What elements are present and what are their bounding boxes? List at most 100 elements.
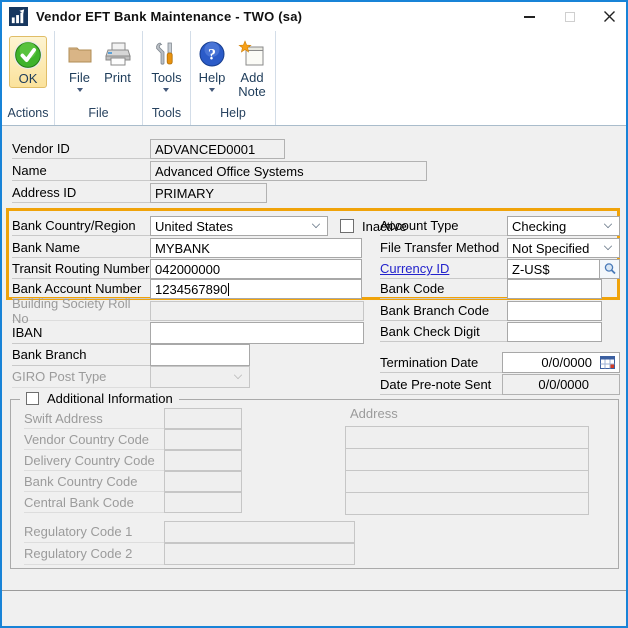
bank-check-digit-row: Bank Check Digit [380, 322, 602, 342]
vendor-id-row: Vendor ID ADVANCED0001 [12, 139, 285, 159]
file-menu-label: File [69, 70, 90, 85]
regulatory-code-2-row: Regulatory Code 2 [24, 543, 355, 565]
bank-code-label: Bank Code [380, 279, 507, 299]
swift-address-row: Swift Address [24, 408, 242, 429]
bank-check-digit-field[interactable] [507, 322, 602, 342]
tools-icon [151, 39, 181, 69]
name-field: Advanced Office Systems [150, 161, 427, 181]
file-menu-button[interactable]: File [62, 36, 98, 93]
bank-check-digit-label: Bank Check Digit [380, 322, 507, 342]
bank-branch-field[interactable] [150, 344, 250, 366]
iban-row: IBAN [12, 322, 364, 344]
swift-address-label: Swift Address [24, 408, 164, 429]
chevron-down-icon [163, 88, 170, 93]
bank-name-field[interactable]: MYBANK [150, 238, 362, 258]
currency-lookup-button[interactable] [600, 259, 620, 279]
help-icon: ? [197, 39, 227, 69]
additional-information-legend: Additional Information [20, 391, 179, 406]
toolbar-group-label-tools: Tools [151, 106, 182, 120]
iban-label: IBAN [12, 322, 150, 344]
toolbar-group-label-file: File [88, 106, 109, 120]
print-button-label: Print [104, 70, 131, 85]
ok-button[interactable]: OK [9, 36, 47, 89]
address-id-label: Address ID [12, 183, 150, 203]
chevron-down-icon [76, 88, 83, 93]
additional-information-label: Additional Information [47, 391, 173, 406]
regulatory-code-2-label: Regulatory Code 2 [24, 543, 164, 565]
bank-code-row: Bank Code [380, 279, 602, 299]
title-bar: Vendor EFT Bank Maintenance - TWO (sa) [2, 2, 626, 31]
toolbar-group-actions: OK Actions [2, 31, 55, 125]
bank-branch-label: Bank Branch [12, 344, 150, 366]
name-label: Name [12, 161, 150, 181]
chevron-down-icon [233, 370, 243, 380]
giro-post-type-label: GIRO Post Type [12, 366, 150, 388]
bank-branch-code-row: Bank Branch Code [380, 301, 602, 321]
vendor-id-label: Vendor ID [12, 139, 150, 159]
vendor-eft-bank-maintenance-window: Vendor EFT Bank Maintenance - TWO (sa) O… [0, 0, 628, 628]
bank-country-code-label: Bank Country Code [24, 471, 164, 492]
bank-name-row: Bank Name MYBANK [12, 238, 362, 258]
tools-menu-button[interactable]: Tools [148, 36, 184, 93]
building-society-label: Building Society Roll No [12, 296, 150, 326]
print-button[interactable]: Print [100, 36, 136, 86]
bank-account-field[interactable]: 1234567890 [150, 279, 362, 299]
account-type-row: Account Type Checking [380, 216, 620, 236]
address-label: Address [350, 406, 398, 421]
window-title: Vendor EFT Bank Maintenance - TWO (sa) [36, 9, 303, 24]
date-prenote-sent-field: 0/0/0000 [502, 374, 620, 395]
toolbar-group-help: ? Help Add Note Help [191, 31, 276, 125]
bank-code-field[interactable] [507, 279, 602, 299]
regulatory-code-1-label: Regulatory Code 1 [24, 521, 164, 543]
minimize-icon [524, 15, 535, 18]
date-prenote-sent-row: Date Pre-note Sent 0/0/0000 [380, 374, 620, 395]
transit-routing-field[interactable]: 042000000 [150, 259, 362, 279]
bank-country-code-field [164, 471, 242, 492]
bank-country-dropdown[interactable]: United States [150, 216, 328, 236]
toolbar-group-label-actions: Actions [7, 106, 49, 120]
giro-post-type-row: GIRO Post Type [12, 366, 250, 388]
vendor-country-code-label: Vendor Country Code [24, 429, 164, 450]
status-bar [2, 591, 626, 626]
chevron-down-icon [603, 219, 613, 229]
maximize-icon [564, 11, 575, 22]
printer-icon [103, 39, 133, 69]
iban-field[interactable] [150, 322, 364, 344]
minimize-button[interactable] [523, 10, 536, 23]
giro-post-type-dropdown [150, 366, 250, 388]
termination-date-field[interactable]: 0/0/0000 [502, 352, 620, 373]
bank-branch-code-label: Bank Branch Code [380, 301, 507, 321]
ok-check-icon [13, 40, 43, 70]
termination-date-label: Termination Date [380, 352, 502, 373]
transit-routing-label: Transit Routing Number [12, 259, 150, 279]
file-transfer-method-dropdown[interactable]: Not Specified [507, 238, 620, 258]
calendar-icon[interactable] [600, 356, 615, 369]
app-icon [9, 7, 28, 26]
add-note-button[interactable]: Add Note [232, 36, 272, 101]
central-bank-code-row: Central Bank Code [24, 492, 242, 513]
transit-routing-row: Transit Routing Number 042000000 [12, 259, 362, 279]
toolbar: OK Actions File Print File Tools Tools ?… [2, 31, 626, 126]
additional-information-checkbox[interactable] [26, 392, 39, 405]
maximize-button[interactable] [563, 10, 576, 23]
swift-address-field [164, 408, 242, 429]
close-icon [604, 11, 615, 22]
address-id-row: Address ID PRIMARY [12, 183, 267, 203]
help-menu-button[interactable]: ? Help [194, 36, 230, 93]
delivery-country-code-row: Delivery Country Code [24, 450, 242, 471]
chevron-down-icon [311, 219, 321, 229]
delivery-country-code-field [164, 450, 242, 471]
address-line-2-field [345, 448, 589, 471]
currency-id-link[interactable]: Currency ID [380, 261, 449, 276]
account-type-dropdown[interactable]: Checking [507, 216, 620, 236]
chevron-down-icon [209, 88, 215, 93]
tools-menu-label: Tools [151, 70, 182, 85]
magnifier-icon [604, 263, 616, 275]
inactive-checkbox[interactable] [340, 219, 354, 233]
bank-country-code-row: Bank Country Code [24, 471, 242, 492]
currency-id-field[interactable]: Z-US$ [507, 259, 600, 279]
close-button[interactable] [603, 10, 616, 23]
toolbar-group-file: File Print File [55, 31, 143, 125]
ok-button-label: OK [18, 71, 38, 86]
bank-branch-code-field[interactable] [507, 301, 602, 321]
